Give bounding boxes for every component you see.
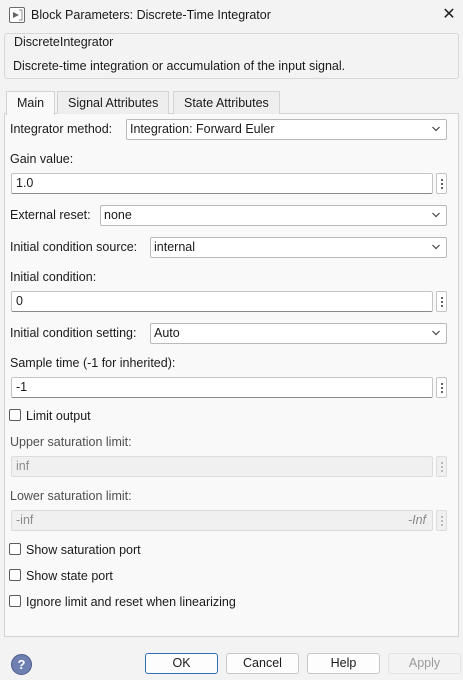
ok-button[interactable]: OK — [145, 653, 218, 674]
integrator-method-dropdown[interactable]: Integration: Forward Euler — [126, 119, 447, 140]
more-options-icon — [436, 456, 447, 477]
show-state-port-checkbox[interactable] — [9, 569, 21, 581]
integrator-method-label: Integrator method: — [10, 122, 113, 136]
block-type-title: DiscreteIntegrator — [14, 35, 114, 49]
gain-value-text: 1.0 — [16, 176, 34, 190]
tab-signal-attributes[interactable]: Signal Attributes — [57, 91, 170, 114]
initial-condition-setting-value: Auto — [154, 326, 180, 340]
external-reset-label: External reset: — [10, 208, 91, 222]
block-description: Discrete-time integration or accumulatio… — [13, 59, 346, 73]
show-saturation-port-checkbox[interactable] — [9, 543, 21, 555]
initial-condition-source-value: internal — [154, 240, 195, 254]
more-options-icon[interactable] — [436, 291, 447, 312]
gain-value-label: Gain value: — [10, 152, 74, 166]
tab-main[interactable]: Main — [6, 91, 56, 115]
chevron-down-icon — [432, 244, 440, 250]
ignore-limit-label: Ignore limit and reset when linearizing — [26, 595, 236, 609]
sample-time-text: -1 — [16, 380, 28, 394]
sample-time-input[interactable]: -1 — [11, 377, 433, 398]
apply-button: Apply — [388, 653, 461, 674]
external-reset-value: none — [104, 208, 132, 222]
lower-saturation-limit-text: -inf — [16, 513, 34, 527]
more-options-icon — [436, 510, 447, 531]
initial-condition-source-label: Initial condition source: — [10, 240, 138, 254]
external-reset-dropdown[interactable]: none — [100, 205, 447, 226]
limit-output-label: Limit output — [26, 409, 91, 423]
upper-saturation-limit-text: inf — [16, 459, 30, 473]
chevron-down-icon — [432, 126, 440, 132]
initial-condition-input[interactable]: 0 — [11, 291, 433, 312]
gain-value-input[interactable]: 1.0 — [11, 173, 433, 194]
ignore-limit-checkbox[interactable] — [9, 595, 21, 607]
sample-time-label: Sample time (-1 for inherited): — [10, 356, 176, 370]
initial-condition-setting-dropdown[interactable]: Auto — [150, 323, 447, 344]
window-title: Block Parameters: Discrete-Time Integrat… — [31, 8, 271, 22]
initial-condition-source-dropdown[interactable]: internal — [150, 237, 447, 258]
upper-saturation-limit-input: inf — [11, 456, 433, 477]
close-icon[interactable]: ✕ — [437, 4, 461, 26]
lower-saturation-limit-label: Lower saturation limit: — [10, 489, 132, 503]
more-options-icon[interactable] — [436, 377, 447, 398]
initial-condition-text: 0 — [16, 294, 23, 308]
upper-saturation-limit-label: Upper saturation limit: — [10, 435, 132, 449]
lower-saturation-limit-suffix: -Inf — [407, 513, 426, 527]
block-params-icon — [9, 7, 25, 23]
initial-condition-setting-label: Initial condition setting: — [10, 326, 137, 340]
show-state-port-label: Show state port — [26, 569, 113, 583]
lower-saturation-limit-input: -inf -Inf — [11, 510, 433, 531]
help-button[interactable]: Help — [307, 653, 380, 674]
help-icon[interactable]: ? — [11, 654, 32, 675]
chevron-down-icon — [432, 212, 440, 218]
tab-state-attributes[interactable]: State Attributes — [173, 91, 280, 114]
cancel-button[interactable]: Cancel — [226, 653, 299, 674]
initial-condition-label: Initial condition: — [10, 270, 97, 284]
more-options-icon[interactable] — [436, 173, 447, 194]
integrator-method-value: Integration: Forward Euler — [130, 122, 275, 136]
chevron-down-icon — [432, 330, 440, 336]
show-saturation-port-label: Show saturation port — [26, 543, 141, 557]
limit-output-checkbox[interactable] — [9, 409, 21, 421]
